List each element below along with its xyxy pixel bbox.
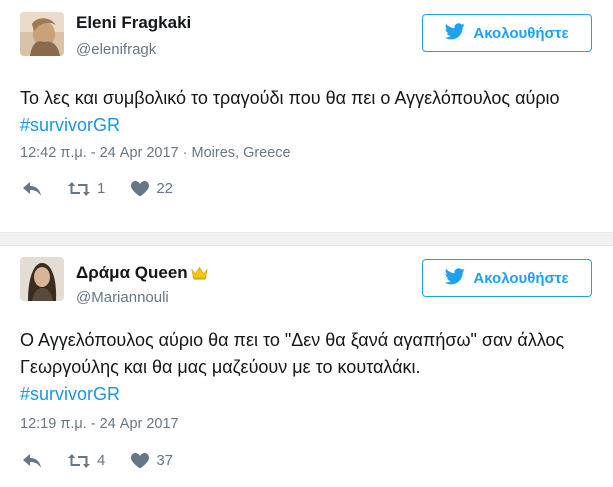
retweet-count: 1 (97, 180, 106, 197)
user-name[interactable]: Δράμα Queen (76, 263, 208, 285)
user-handle[interactable]: @elenifragk (76, 41, 156, 58)
tweet-body: Ο Αγγελόπουλος αύριο θα πει το "Δεν θα ξ… (20, 330, 565, 377)
reply-button[interactable] (22, 181, 42, 197)
tweet-text: Το λες και συμβολικό το τραγούδι που θα … (20, 85, 595, 139)
reply-icon (22, 453, 42, 469)
like-icon (131, 180, 150, 197)
follow-label: Ακολουθήστε (473, 269, 569, 287)
tweet-actions: 4 37 (22, 452, 199, 469)
twitter-bird-icon (445, 267, 466, 289)
hashtag-link[interactable]: #survivorGR (20, 384, 120, 404)
follow-button[interactable]: Ακολουθήστε (422, 14, 592, 52)
follow-label: Ακολουθήστε (473, 24, 569, 42)
avatar[interactable] (20, 12, 64, 56)
reply-button[interactable] (22, 453, 42, 469)
user-name[interactable]: Eleni Fragkaki (76, 13, 191, 33)
tweet-actions: 1 22 (22, 180, 199, 197)
reply-icon (22, 181, 42, 197)
tweet-separator (0, 232, 613, 246)
crown-icon (191, 265, 208, 285)
retweet-icon (68, 181, 90, 197)
tweet-text: Ο Αγγελόπουλος αύριο θα πει το "Δεν θα ξ… (20, 327, 595, 408)
hashtag-link[interactable]: #survivorGR (20, 115, 120, 135)
like-count: 37 (156, 452, 174, 469)
tweet-timestamp-location[interactable]: 12:42 π.μ. - 24 Apr 2017 · Moires, Greec… (20, 145, 291, 161)
tweet-body: Το λες και συμβολικό το τραγούδι που θα … (20, 88, 560, 108)
like-button[interactable]: 37 (131, 452, 173, 469)
like-count: 22 (156, 180, 174, 197)
like-icon (131, 452, 150, 469)
retweet-icon (68, 453, 90, 469)
follow-button[interactable]: Ακολουθήστε (422, 259, 592, 297)
tweet-timestamp[interactable]: 12:19 π.μ. - 24 Apr 2017 (20, 416, 179, 432)
retweet-count: 4 (97, 452, 106, 469)
user-name-text: Δράμα Queen (76, 263, 188, 282)
avatar[interactable] (20, 257, 64, 301)
retweet-button[interactable]: 4 (68, 452, 105, 469)
twitter-bird-icon (445, 22, 466, 44)
like-button[interactable]: 22 (131, 180, 173, 197)
user-handle[interactable]: @Mariannouli (76, 289, 169, 306)
retweet-button[interactable]: 1 (68, 180, 105, 197)
